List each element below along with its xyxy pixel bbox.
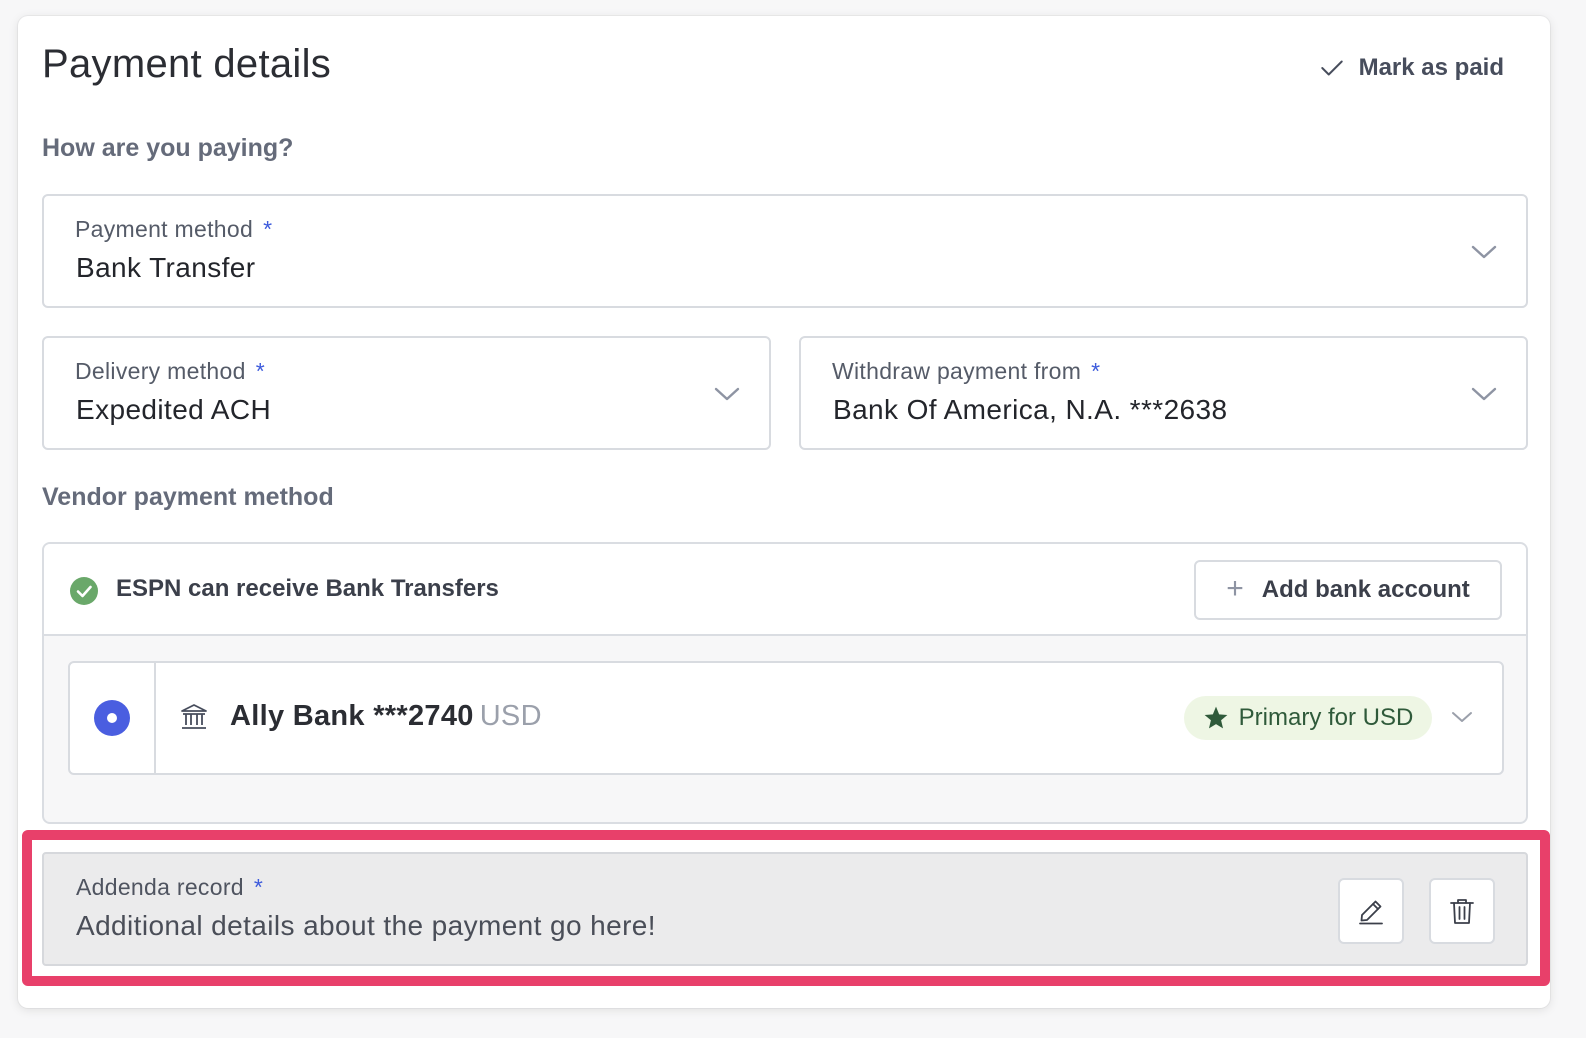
delivery-method-label-wrap: Delivery method * bbox=[75, 358, 265, 385]
delivery-method-value: Expedited ACH bbox=[76, 394, 272, 425]
account-name: Ally Bank ***2740 bbox=[230, 700, 474, 732]
required-marker: * bbox=[255, 358, 265, 384]
add-bank-account-button[interactable]: + Add bank account bbox=[1194, 560, 1502, 620]
plus-icon: + bbox=[1226, 571, 1244, 605]
check-icon bbox=[1320, 60, 1343, 76]
vendor-payment-box: ESPN can receive Bank Transfers + Add ba… bbox=[42, 542, 1528, 824]
withdraw-from-value: Bank Of America, N.A. ***2638 bbox=[833, 394, 1228, 425]
add-bank-account-label: Add bank account bbox=[1261, 576, 1470, 603]
chevron-down-icon bbox=[1471, 387, 1497, 401]
payment-method-label: Payment method bbox=[75, 216, 254, 242]
account-radio-cell bbox=[70, 663, 156, 773]
withdraw-from-label: Withdraw payment from bbox=[832, 358, 1082, 384]
check-circle-icon bbox=[70, 577, 98, 605]
account-radio[interactable] bbox=[94, 700, 130, 736]
primary-badge: Primary for USD bbox=[1184, 696, 1432, 740]
primary-badge-label: Primary for USD bbox=[1238, 704, 1414, 731]
payment-method-value: Bank Transfer bbox=[76, 252, 256, 283]
payment-method-label-wrap: Payment method * bbox=[75, 216, 272, 243]
vendor-status-text: ESPN can receive Bank Transfers bbox=[116, 575, 499, 602]
chevron-down-icon bbox=[714, 387, 740, 401]
account-currency: USD bbox=[479, 700, 542, 732]
bank-icon bbox=[181, 704, 207, 729]
page-title: Payment details bbox=[42, 42, 332, 86]
delivery-method-select[interactable]: Delivery method * Expedited ACH bbox=[42, 336, 771, 450]
mark-as-paid-label: Mark as paid bbox=[1358, 54, 1504, 81]
highlight-frame bbox=[22, 830, 1550, 986]
account-name-wrap: Ally Bank ***2740 USD bbox=[230, 700, 542, 733]
mark-as-paid-button[interactable]: Mark as paid bbox=[1319, 50, 1504, 86]
required-marker: * bbox=[1091, 358, 1101, 384]
chevron-down-icon bbox=[1471, 245, 1497, 259]
star-icon bbox=[1204, 706, 1228, 729]
how-paying-heading: How are you paying? bbox=[42, 134, 294, 162]
required-marker: * bbox=[263, 216, 273, 242]
withdraw-from-select[interactable]: Withdraw payment from * Bank Of America, … bbox=[799, 336, 1528, 450]
withdraw-from-label-wrap: Withdraw payment from * bbox=[832, 358, 1100, 385]
vendor-status-bar: ESPN can receive Bank Transfers + Add ba… bbox=[44, 544, 1526, 636]
bank-account-row[interactable]: Ally Bank ***2740 USD Primary for USD bbox=[68, 661, 1504, 775]
payment-method-select[interactable]: Payment method * Bank Transfer bbox=[42, 194, 1528, 308]
vendor-payment-heading: Vendor payment method bbox=[42, 483, 334, 511]
delivery-method-label: Delivery method bbox=[75, 358, 246, 384]
chevron-down-icon[interactable] bbox=[1450, 707, 1474, 727]
